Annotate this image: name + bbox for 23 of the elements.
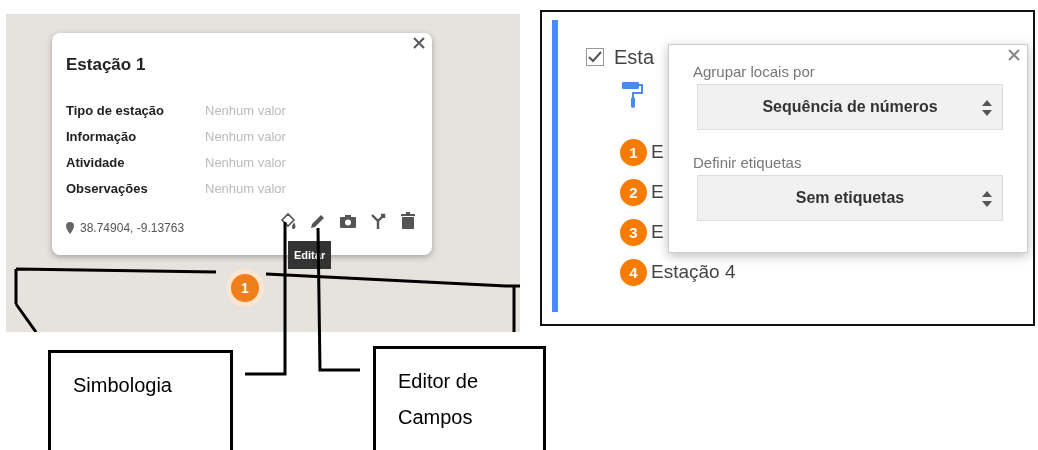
- field-value: Nenhum valor: [205, 102, 287, 118]
- select-label: Agrupar locais por: [693, 63, 816, 80]
- number-marker: 1: [620, 138, 647, 166]
- number-marker: 2: [620, 178, 647, 206]
- field-value: Nenhum valor: [205, 180, 287, 196]
- callout-text: Simbologia: [73, 373, 173, 398]
- field-value: Nenhum valor: [205, 128, 287, 144]
- callout-text: Editor de Campos: [398, 369, 480, 430]
- popup-title: Estação 1: [66, 55, 147, 75]
- item-name: E: [651, 141, 664, 163]
- item-name: E: [651, 221, 664, 243]
- number-marker: 4: [620, 258, 647, 286]
- item-name: Estação 4: [651, 261, 736, 283]
- select-label: Definir etiquetas: [693, 154, 803, 171]
- number-marker: 3: [620, 218, 647, 246]
- item-name: E: [651, 181, 664, 203]
- coordinates-text: 38.74904, -9.13763: [80, 221, 185, 235]
- layer-name: Esta: [614, 45, 655, 69]
- field-label: Observações: [66, 180, 149, 196]
- field-label: Informação: [66, 128, 138, 144]
- field-label: Atividade: [66, 154, 126, 170]
- field-label: Tipo de estação: [66, 102, 165, 118]
- field-value: Nenhum valor: [205, 154, 287, 170]
